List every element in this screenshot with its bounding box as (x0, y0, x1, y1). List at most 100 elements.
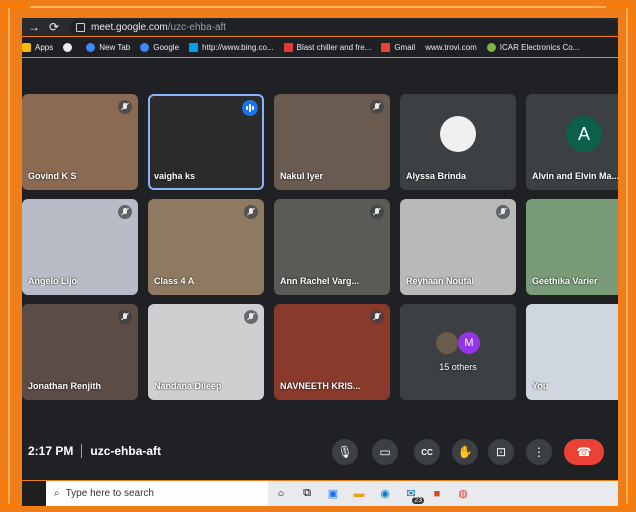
bookmark-globe[interactable] (63, 42, 76, 52)
speaking-indicator-icon (242, 100, 258, 116)
url-field[interactable]: meet.google.com /uzc-ehba-aft (70, 19, 618, 35)
present-icon: ⊡ (495, 445, 507, 459)
participant-tile[interactable]: Govind K S (22, 94, 138, 190)
more-vert-icon: ⋮ (533, 445, 545, 459)
participant-tile[interactable]: Angelo Lijo (22, 199, 138, 295)
participant-name: Ann Rachel Varg... (280, 276, 360, 286)
mic-off-icon (370, 310, 384, 324)
participant-name: vaigha ks (154, 171, 196, 181)
taskbar-search[interactable]: ⌕ Type here to search (46, 481, 268, 506)
plant-icon (486, 42, 496, 52)
mic-off-icon (370, 205, 384, 219)
mic-off-icon (118, 100, 132, 114)
more-options-button[interactable]: ⋮ (526, 439, 552, 465)
participant-tile[interactable]: NAVNEETH KRIS... (274, 304, 390, 400)
bookmarks-bar: Apps New Tab Google http://www.bing.co..… (22, 37, 618, 57)
participant-tile[interactable]: Nakul Iyer (274, 94, 390, 190)
meeting-code: uzc-ehba-aft (90, 444, 162, 458)
meeting-controls-bar: 2:17 PM uzc-ehba-aft 🎙 ▭ CC ✋ ⊡ ⋮ ☎ (22, 422, 618, 480)
participant-tile[interactable]: Alyssa Brinda (400, 94, 516, 190)
participant-tile[interactable]: Class 4 A (148, 199, 264, 295)
participant-name: Govind K S (28, 171, 77, 181)
forward-icon[interactable]: → (26, 19, 42, 35)
participant-name: Geethika Varier (532, 276, 598, 286)
others-tile[interactable]: M 15 others (400, 304, 516, 400)
bookmark-blast-chiller[interactable]: Blast chiller and fre... (283, 42, 371, 52)
search-placeholder: Type here to search (65, 488, 154, 499)
mic-off-icon (244, 310, 258, 324)
participant-name: Nandana Dileep (154, 381, 222, 391)
microphone-icon: 🎙 (337, 445, 353, 459)
url-host: meet.google.com (91, 21, 168, 33)
participant-name: Jonathan Renjith (28, 381, 102, 391)
powerpoint-icon[interactable]: ■ (424, 481, 450, 506)
participant-tile[interactable]: Ann Rachel Varg... (274, 199, 390, 295)
file-explorer-icon[interactable]: ▬ (346, 481, 372, 506)
camera-icon: ▭ (379, 445, 391, 459)
participant-name: Alvin and Elvin Ma... (532, 171, 618, 181)
participant-tile[interactable]: Nandana Dileep (148, 304, 264, 400)
bookmark-gmail[interactable]: Gmail (381, 42, 415, 52)
participant-name: Reyhaan Noufal (406, 276, 475, 286)
participant-name: Nakul Iyer (280, 171, 324, 181)
task-view-icon[interactable]: ⧉ (294, 481, 320, 506)
self-tile[interactable]: You (526, 304, 618, 400)
avatar: A (566, 116, 602, 152)
mic-off-icon (496, 205, 510, 219)
search-icon: ⌕ (54, 488, 60, 499)
others-count: 15 others (439, 362, 477, 372)
meeting-time: 2:17 PM (28, 444, 74, 458)
bookmark-new-tab[interactable]: New Tab (86, 42, 130, 52)
participant-name: Class 4 A (154, 276, 195, 286)
globe-icon (63, 42, 73, 52)
present-button[interactable]: ⊡ (488, 439, 514, 465)
participant-tile[interactable]: vaigha ks (148, 94, 264, 190)
divider (81, 444, 83, 458)
captions-icon: CC (421, 447, 433, 457)
meet-app-icon[interactable]: ▣ (320, 481, 346, 506)
bookmark-icon (283, 42, 293, 52)
mic-off-icon (118, 205, 132, 219)
windows-taskbar: ⌕ Type here to search ○ ⧉ ▣ ▬ ◉ ✉ 23 ■ ◍ (22, 481, 618, 506)
cortana-icon[interactable]: ○ (268, 481, 294, 506)
mail-badge: 23 (412, 497, 424, 504)
mic-off-icon (370, 100, 384, 114)
lock-icon (76, 22, 85, 32)
browser-address-bar: → ⟳ meet.google.com /uzc-ehba-aft (22, 18, 618, 36)
bookmark-trovi[interactable]: www.trovi.com (425, 43, 477, 52)
avatar (436, 332, 458, 354)
participant-name: NAVNEETH KRIS... (280, 381, 361, 391)
reload-icon[interactable]: ⟳ (46, 19, 62, 35)
bookmark-google[interactable]: Google (140, 42, 179, 52)
gmail-icon (381, 42, 391, 52)
phone-hangup-icon: ☎ (576, 445, 592, 459)
participant-tile[interactable]: Geethika Varier (526, 199, 618, 295)
meeting-area: Govind K S vaigha ks Nakul Iyer Alyssa B… (22, 58, 618, 480)
chrome-icon[interactable]: ◍ (450, 481, 476, 506)
hand-icon: ✋ (457, 445, 473, 459)
bookmark-bing[interactable]: http://www.bing.co... (189, 42, 274, 52)
bookmark-apps[interactable]: Apps (22, 42, 53, 52)
google-icon (86, 42, 96, 52)
bookmark-icar[interactable]: ICAR Electronics Co... (486, 42, 579, 52)
start-button[interactable] (22, 481, 46, 506)
participant-tile[interactable]: Reyhaan Noufal (400, 199, 516, 295)
bing-icon (189, 42, 199, 52)
camera-button[interactable]: ▭ (372, 439, 398, 465)
participant-tile[interactable]: A Alvin and Elvin Ma... (526, 94, 618, 190)
mic-off-icon (244, 205, 258, 219)
microphone-button[interactable]: 🎙 (332, 439, 358, 465)
raise-hand-button[interactable]: ✋ (452, 439, 478, 465)
mic-off-icon (118, 310, 132, 324)
mail-icon[interactable]: ✉ 23 (398, 481, 424, 506)
avatar (440, 116, 476, 152)
edge-icon[interactable]: ◉ (372, 481, 398, 506)
apps-grid-icon (22, 42, 31, 52)
participant-name: Alyssa Brinda (406, 171, 467, 181)
url-path: /uzc-ehba-aft (167, 21, 227, 33)
participant-name: You (532, 381, 549, 391)
participant-tile[interactable]: Jonathan Renjith (22, 304, 138, 400)
participant-name: Angelo Lijo (28, 276, 77, 286)
end-call-button[interactable]: ☎ (564, 439, 604, 465)
captions-button[interactable]: CC (414, 439, 440, 465)
